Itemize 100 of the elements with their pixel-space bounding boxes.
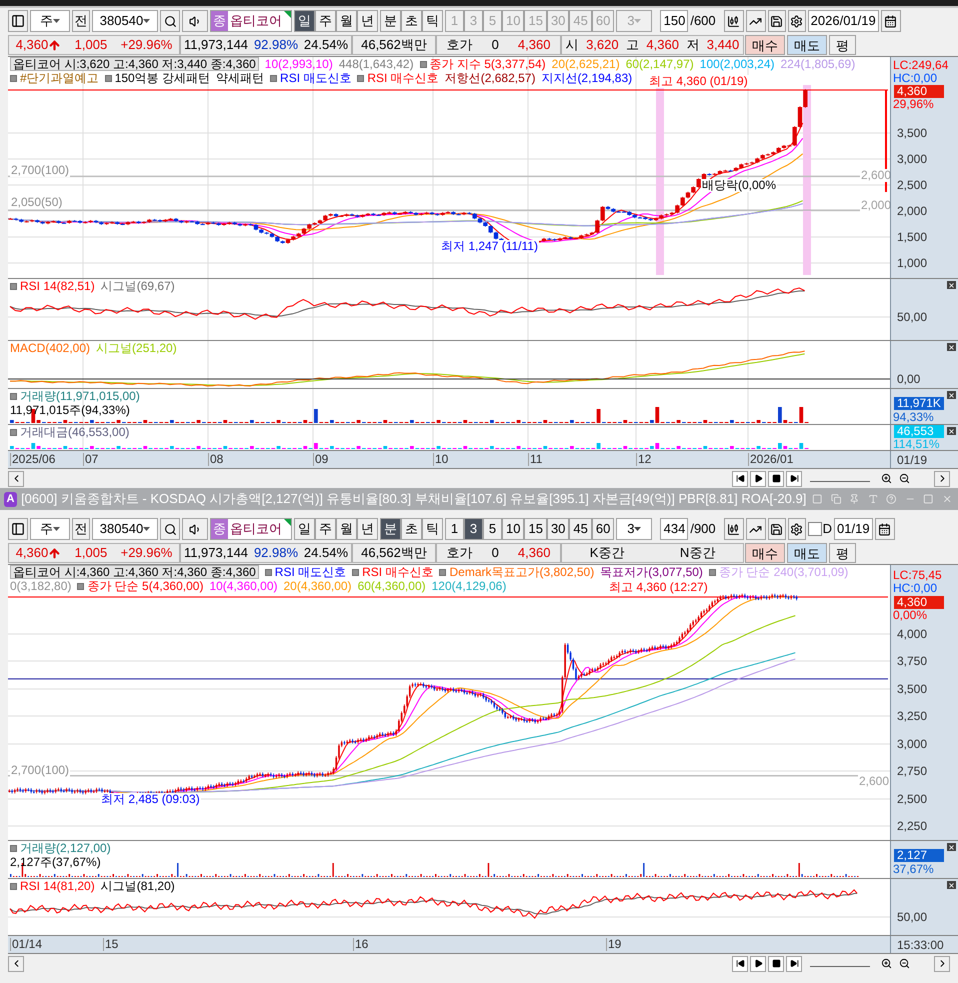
period-tab[interactable]: 45 bbox=[569, 518, 592, 540]
playback-button[interactable] bbox=[786, 956, 802, 972]
date-field[interactable]: 01/19 bbox=[834, 518, 873, 540]
line-add-button[interactable] bbox=[746, 10, 766, 32]
close-icon[interactable] bbox=[947, 843, 956, 851]
period-tab[interactable]: 60 bbox=[592, 518, 614, 540]
scroll-right-button[interactable] bbox=[934, 470, 950, 486]
play-icon bbox=[754, 474, 762, 483]
period-tab[interactable]: 틱 bbox=[422, 518, 443, 540]
multiplier-dropdown[interactable]: 3 bbox=[616, 518, 652, 540]
period-tab[interactable]: 초 bbox=[401, 518, 422, 540]
calendar-button[interactable] bbox=[874, 518, 895, 540]
close-icon[interactable] bbox=[947, 281, 956, 289]
quote-value: 4,360 bbox=[16, 36, 48, 54]
period-tab[interactable]: 30 bbox=[546, 518, 570, 540]
speaker-icon bbox=[188, 522, 202, 536]
period-tab[interactable]: 틱 bbox=[422, 10, 443, 32]
period-tab[interactable]: 일 bbox=[294, 518, 315, 540]
panel-icon bbox=[11, 522, 25, 536]
period-tab[interactable]: 15 bbox=[524, 518, 547, 540]
count-field[interactable]: 150 bbox=[660, 10, 688, 32]
quote-value: 3,440 bbox=[706, 36, 740, 54]
sell-button[interactable]: 매도 bbox=[787, 35, 827, 55]
checkbox[interactable] bbox=[808, 522, 822, 536]
playback-button[interactable] bbox=[786, 470, 802, 486]
chart-annotation: 최저 2,485 (09:03) bbox=[100, 793, 201, 806]
candle-add-button[interactable] bbox=[724, 518, 744, 540]
stock-name-field[interactable]: 종 옵티코어 bbox=[210, 518, 292, 540]
playback-button[interactable] bbox=[768, 956, 784, 972]
layout-button[interactable] bbox=[8, 518, 28, 540]
sell-button[interactable]: 매도 bbox=[787, 543, 827, 563]
playback-button[interactable] bbox=[750, 470, 766, 486]
legend-label: RSI 매수신호 bbox=[362, 565, 434, 579]
search-icon bbox=[164, 522, 176, 536]
period-tab[interactable]: 분 bbox=[380, 518, 401, 540]
layout-button[interactable] bbox=[8, 10, 28, 32]
search-button[interactable] bbox=[160, 518, 180, 540]
period-tab[interactable]: 년 bbox=[357, 518, 378, 540]
balance-button[interactable]: 평 bbox=[829, 35, 856, 55]
close-icon[interactable] bbox=[947, 343, 956, 351]
legend-label: 종가 단순 5(4,360,00) bbox=[87, 579, 204, 593]
search-button[interactable] bbox=[160, 10, 180, 32]
playback-button[interactable] bbox=[732, 956, 748, 972]
period-tab[interactable]: 주 bbox=[315, 518, 336, 540]
all-button[interactable]: 전 bbox=[72, 518, 90, 540]
close-icon[interactable] bbox=[947, 881, 956, 889]
save-button[interactable] bbox=[768, 10, 786, 32]
scroll-left-button[interactable] bbox=[8, 470, 24, 486]
balance-button[interactable]: 평 bbox=[829, 543, 856, 563]
period-tab[interactable]: 월 bbox=[336, 10, 357, 32]
sound-button[interactable] bbox=[182, 518, 208, 540]
scroll-left-button[interactable] bbox=[8, 956, 24, 972]
axis-value-label: HC:0,00 bbox=[893, 582, 938, 595]
period-tab[interactable]: 초 bbox=[401, 10, 422, 32]
period-tab[interactable]: 년 bbox=[357, 10, 378, 32]
period-tab[interactable]: 3 bbox=[464, 518, 483, 540]
count-field[interactable]: 434 bbox=[660, 518, 688, 540]
period-tab[interactable]: 1 bbox=[445, 518, 464, 540]
buy-button[interactable]: 매수 bbox=[745, 543, 785, 563]
axis-value-label: HC:0,00 bbox=[893, 72, 938, 85]
period-tab[interactable]: 5 bbox=[483, 518, 502, 540]
legend-label: 20(2,625,21) bbox=[552, 57, 620, 71]
settings-button[interactable] bbox=[788, 10, 806, 32]
legend-label: 종가 지수 5(3,377,54) bbox=[430, 57, 546, 71]
legend-label: 약세패턴 bbox=[216, 71, 264, 85]
settings-button[interactable] bbox=[788, 518, 806, 540]
axis-tick-label: 0,00 bbox=[897, 373, 920, 386]
stock-name-field[interactable]: 종 옵티코어 bbox=[210, 10, 292, 32]
period-tab[interactable]: 일 bbox=[294, 10, 315, 32]
x-axis-label: 10 bbox=[433, 453, 448, 466]
candlestick-icon bbox=[727, 14, 740, 28]
stock-code-field[interactable]: 380540 bbox=[92, 10, 158, 32]
period-tab[interactable]: 주 bbox=[315, 10, 336, 32]
scroll-right-button[interactable] bbox=[934, 956, 950, 972]
calendar-button[interactable] bbox=[880, 10, 901, 32]
quote-value: 3,620 bbox=[586, 36, 619, 54]
up-arrow-icon bbox=[48, 546, 62, 560]
line-add-button[interactable] bbox=[746, 518, 766, 540]
save-button[interactable] bbox=[768, 518, 786, 540]
close-icon[interactable] bbox=[947, 391, 956, 399]
all-button[interactable]: 전 bbox=[72, 10, 90, 32]
total-count-label: /600 bbox=[690, 12, 716, 30]
sound-button[interactable] bbox=[182, 10, 208, 32]
x-axis-label: 12 bbox=[636, 453, 652, 466]
market-dropdown[interactable]: 주 bbox=[30, 518, 70, 540]
date-field[interactable]: 2026/01/19 bbox=[808, 10, 879, 32]
playback-button[interactable] bbox=[750, 956, 766, 972]
panel-icon bbox=[11, 14, 25, 28]
playback-button[interactable] bbox=[768, 470, 784, 486]
period-tab[interactable]: 분 bbox=[380, 10, 401, 32]
market-dropdown[interactable]: 주 bbox=[30, 10, 70, 32]
close-icon[interactable] bbox=[947, 427, 956, 435]
period-tab[interactable]: 10 bbox=[502, 518, 524, 540]
candle-add-button[interactable] bbox=[724, 10, 744, 32]
playback-button[interactable] bbox=[732, 470, 748, 486]
search-icon bbox=[164, 14, 176, 28]
zoom-out-icon bbox=[898, 473, 910, 484]
buy-button[interactable]: 매수 bbox=[745, 35, 785, 55]
period-tab[interactable]: 월 bbox=[336, 518, 357, 540]
stock-code-field[interactable]: 380540 bbox=[92, 518, 158, 540]
